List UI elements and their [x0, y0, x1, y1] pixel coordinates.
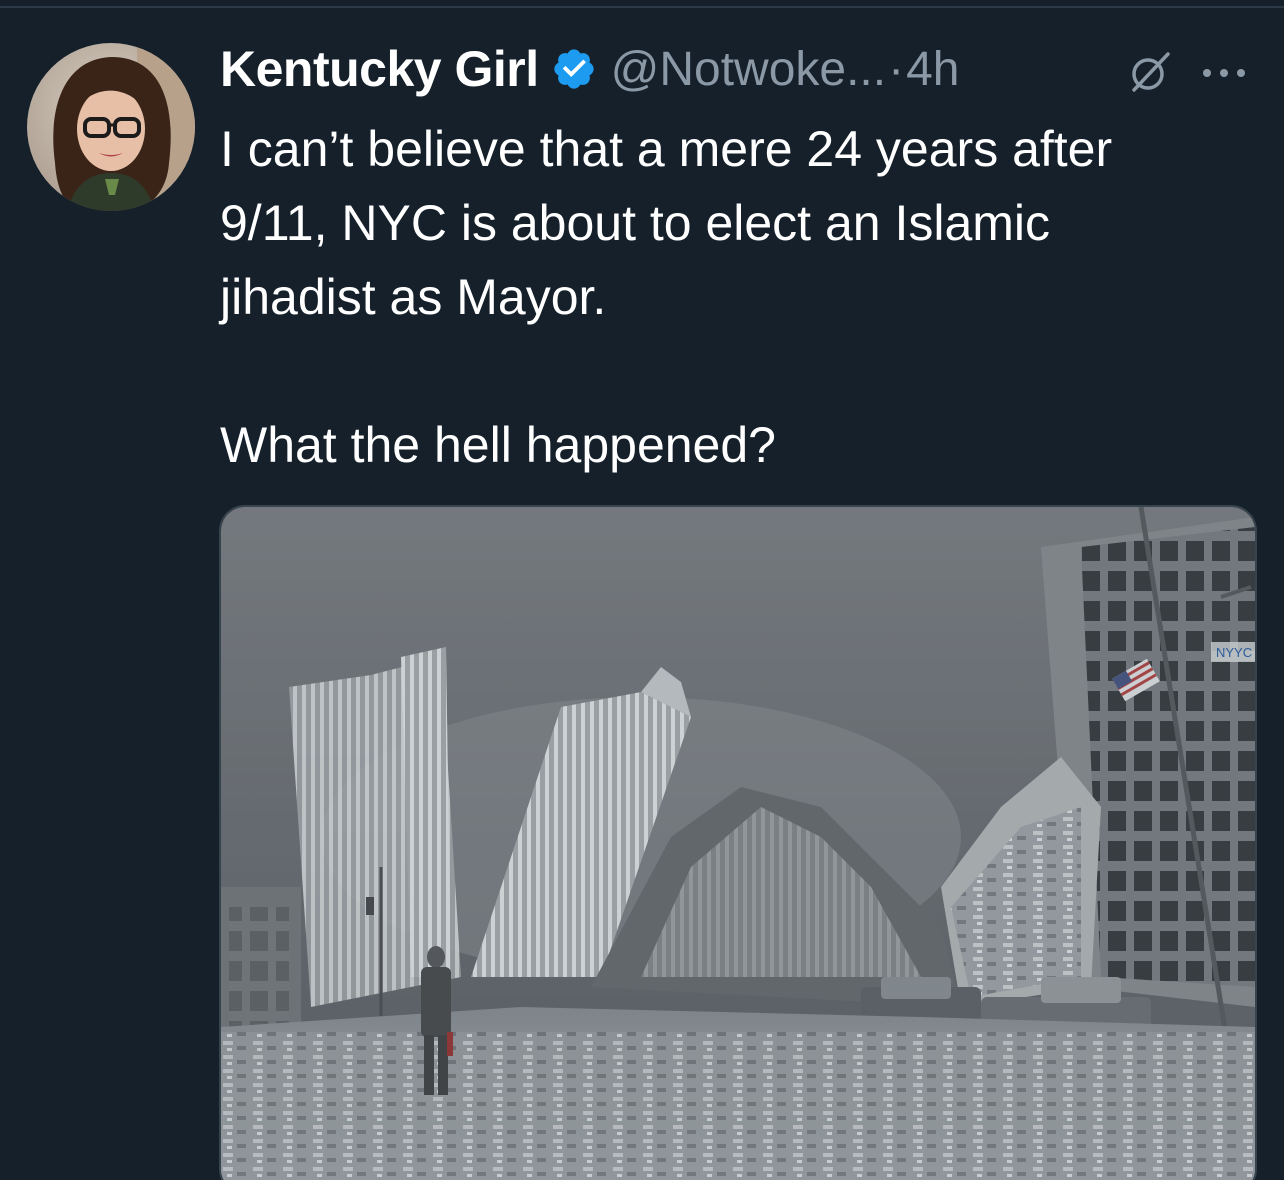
paragraph-break — [220, 334, 1260, 408]
tweet-media-photo[interactable]: NYYC — [219, 505, 1257, 1180]
tweet-text-line: I can’t believe that a mere 24 years aft… — [220, 121, 1113, 177]
author-display-name[interactable]: Kentucky Girl — [220, 40, 539, 98]
grok-icon[interactable] — [1128, 50, 1172, 94]
ruins-photo: NYYC — [221, 507, 1255, 1180]
more-options-icon[interactable] — [1198, 58, 1250, 88]
tweet-header: Kentucky Girl @Notwoke... · 4h — [220, 34, 959, 104]
verified-badge-icon — [551, 46, 597, 92]
tweet-timestamp[interactable]: 4h — [906, 42, 959, 97]
flag-sign-text: NYYC — [1216, 645, 1252, 660]
tweet-text-line: 9/11, NYC is about to elect an Islamic — [220, 195, 1051, 251]
tweet-text-line: jihadist as Mayor. — [220, 269, 607, 325]
tweet-text-line: What the hell happened? — [220, 417, 776, 473]
author-avatar[interactable] — [27, 43, 195, 211]
separator-dot: · — [888, 42, 905, 96]
tweet-text: I can’t believe that a mere 24 years aft… — [220, 112, 1260, 482]
author-handle[interactable]: @Notwoke... — [611, 42, 886, 97]
tweet-card[interactable]: Kentucky Girl @Notwoke... · 4h I can’t b… — [0, 0, 1284, 1180]
avatar-image — [27, 43, 195, 211]
divider — [0, 6, 1284, 8]
